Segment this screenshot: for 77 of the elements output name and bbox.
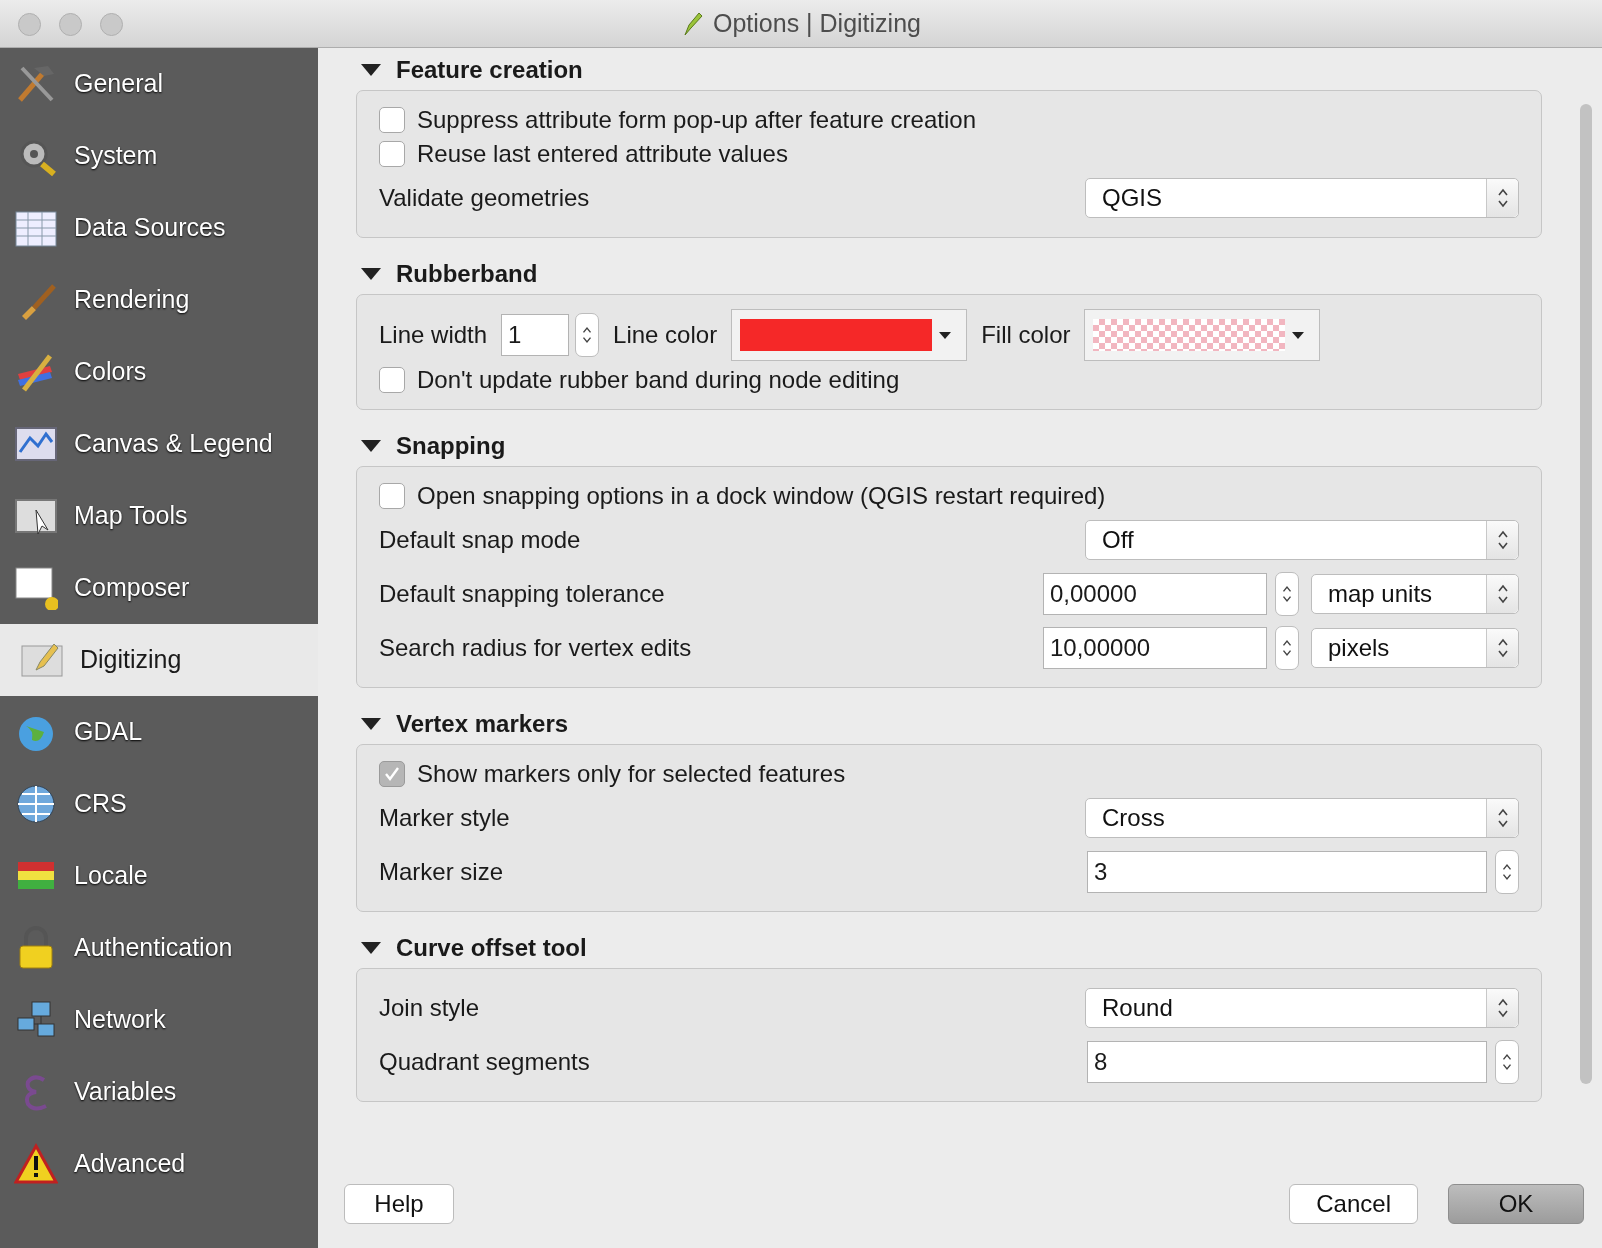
field-label: Marker size [379,857,504,887]
sidebar-item[interactable]: Map Tools [0,480,318,552]
field-label: Marker style [379,803,510,833]
sidebar-item[interactable]: Authentication [0,912,318,984]
dropdown[interactable]: pixels [1311,628,1519,668]
sidebar-item[interactable]: System [0,120,318,192]
sidebar-item[interactable]: Network [0,984,318,1056]
input-field[interactable]: 3 [1087,851,1487,893]
checkbox[interactable] [379,141,405,167]
check-icon [383,765,401,783]
field-label: Validate geometries [379,183,590,213]
checkbox[interactable] [379,107,405,133]
field-label: Default snapping tolerance [379,579,665,609]
checkbox-label: Suppress attribute form pop-up after feature creation [417,105,976,135]
section-title: Snapping [396,431,506,461]
sidebar-item[interactable]: Canvas & Legend [0,408,318,480]
spin-buttons[interactable] [575,313,600,357]
field-label: Line color [613,320,718,350]
spin-buttons[interactable] [1495,850,1519,894]
section-title: Vertex markers [396,709,569,739]
warning-icon [14,1142,58,1186]
page-icon [14,566,58,610]
field-label: Fill color [981,320,1071,350]
sidebar-item[interactable]: CRS [0,768,318,840]
sidebar-item[interactable]: Digitizing [0,624,318,696]
section-title: Feature creation [396,55,583,85]
input-field[interactable]: 8 [1087,1041,1487,1083]
sidebar-item[interactable]: Rendering [0,264,318,336]
input-field[interactable]: 10,00000 [1043,627,1267,669]
caret-icon [938,330,953,340]
checkbox-label: Reuse last entered attribute values [417,139,788,169]
checkbox[interactable] [379,483,405,509]
color-button[interactable] [731,309,968,361]
sidebar-item[interactable]: Composer [0,552,318,624]
input-field[interactable]: 1 [501,314,570,356]
dialog-button[interactable]: OK [1448,1183,1584,1224]
dropdown[interactable]: QGIS [1085,178,1519,218]
field-label: Search radius for vertex edits [379,633,692,663]
spin-buttons[interactable] [1275,572,1299,616]
collapse-triangle-icon[interactable] [360,716,382,732]
dropdown[interactable]: map units [1311,574,1519,614]
section-title: Curve offset tool [396,933,587,963]
field-label: Default snap mode [379,525,581,555]
color-button[interactable] [1084,309,1321,361]
dropdown[interactable]: Off [1085,520,1519,560]
collapse-triangle-icon[interactable] [360,438,382,454]
dropdown[interactable]: Cross [1085,798,1519,838]
sidebar-item[interactable]: Data Sources [0,192,318,264]
collapse-triangle-icon[interactable] [360,940,382,956]
input-field[interactable]: 0,00000 [1043,573,1267,615]
dropdown[interactable]: Round [1085,988,1519,1028]
window-title: Options | Digitizing [713,7,921,39]
field-label: Join style [379,993,480,1023]
spin-buttons[interactable] [1275,626,1299,670]
caret-icon [1291,330,1306,340]
sidebar-item[interactable]: Locale [0,840,318,912]
dialog-button[interactable]: Help [344,1183,454,1224]
field-label: Quadrant segments [379,1047,590,1077]
sidebar-item[interactable]: Variables [0,1056,318,1128]
checkbox-label: Show markers only for selected features [417,759,846,789]
pencil-icon [681,10,703,37]
section-title: Rubberband [396,259,538,289]
scrollbar-thumb[interactable] [1580,104,1592,1084]
collapse-triangle-icon[interactable] [360,266,382,282]
sidebar-item[interactable]: General [0,48,318,120]
dialog-button[interactable]: Cancel [1289,1183,1418,1224]
sidebar-item[interactable]: GDAL [0,696,318,768]
sidebar-item[interactable]: Colors [0,336,318,408]
globe-icon [14,782,58,826]
checkbox-label: Open snapping options in a dock window (QGIS restart required) [417,481,1106,511]
checkbox-label: Don't update rubber band during node editing [417,365,900,395]
spin-buttons[interactable] [1495,1040,1519,1084]
sidebar-item[interactable]: Advanced [0,1128,318,1200]
field-label: Line width [379,320,488,350]
collapse-triangle-icon[interactable] [360,62,382,78]
checkbox[interactable] [379,367,405,393]
checkbox[interactable] [379,761,405,787]
